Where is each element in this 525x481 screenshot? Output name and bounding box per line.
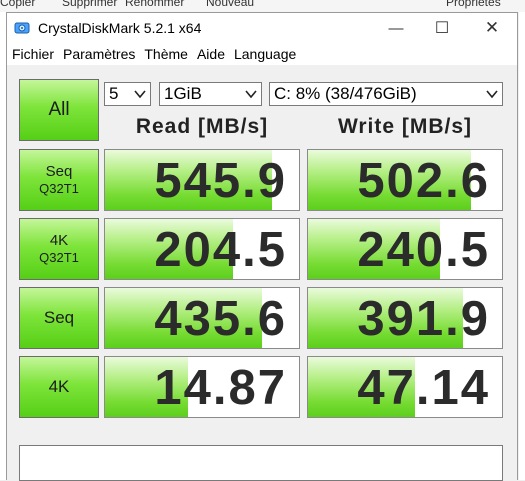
minimize-button[interactable]: — [373,13,419,43]
seq-q32t1-read-cell: 545.9 [104,149,300,211]
bg-new-label: Nouveau [206,0,255,9]
window-title: CrystalDiskMark 5.2.1 x64 [38,20,202,36]
title-bar: CrystalDiskMark 5.2.1 x64 — ☐ ✕ [7,13,517,43]
menu-file[interactable]: Fichier [7,46,58,62]
4k-write-cell: 47.14 [307,356,503,418]
menu-theme[interactable]: Thème [139,46,192,62]
app-disk-icon [14,20,30,36]
menu-language[interactable]: Language [229,46,300,62]
row-label-main: 4K [48,377,70,397]
seq-q32t1-read-value: 545.9 [154,154,287,208]
row-label-sub: Q32T1 [39,250,79,266]
background-toolbar: Copier Supprimer Renommer Nouveau Propri… [0,0,525,12]
seq-button[interactable]: Seq [19,287,99,349]
seq-q32t1-write-cell: 502.6 [307,149,503,211]
4k-write-value: 47.14 [357,361,490,415]
4k-q32t1-button[interactable]: 4K Q32T1 [19,218,99,280]
4k-read-cell: 14.87 [104,356,300,418]
crystaldiskmark-window: CrystalDiskMark 5.2.1 x64 — ☐ ✕ Fichier … [6,12,518,481]
seq-write-cell: 391.9 [307,287,503,349]
seq-q32t1-button[interactable]: Seq Q32T1 [19,149,99,211]
4k-q32t1-write-cell: 240.5 [307,218,503,280]
drive-value: C: 8% (38/476GiB) [274,84,417,103]
chevron-down-icon [486,90,498,99]
row-label-main: Seq [43,308,75,328]
run-all-button[interactable]: All [19,79,99,141]
seq-read-cell: 435.6 [104,287,300,349]
menu-settings[interactable]: Paramètres [58,46,139,62]
chevron-down-icon [245,90,257,99]
seq-read-value: 435.6 [154,292,287,346]
bg-properties-label: Propriétés [446,0,501,9]
4k-read-value: 14.87 [154,361,287,415]
row-label-sub: Q32T1 [39,181,79,197]
test-size-value: 1GiB [164,84,202,103]
menu-bar: Fichier Paramètres Thème Aide Language [7,43,517,65]
background-right-pane [519,12,525,480]
4k-q32t1-read-value: 204.5 [154,223,287,277]
row-label-main: 4K [49,231,69,249]
menu-help[interactable]: Aide [192,46,229,62]
test-size-select[interactable]: 1GiB [159,82,262,106]
drive-select[interactable]: C: 8% (38/476GiB) [269,82,503,106]
seq-q32t1-write-value: 502.6 [357,154,490,208]
comment-field[interactable] [19,445,503,481]
test-count-select[interactable]: 5 [104,82,151,106]
test-count-value: 5 [109,84,119,103]
write-column-header: Write [MB/s] [337,115,473,138]
read-column-header: Read [MB/s] [135,115,269,138]
seq-write-value: 391.9 [357,292,490,346]
maximize-button[interactable]: ☐ [419,13,465,43]
main-panel: All 5 1GiB C: 8% (38/476GiB) Read [MB/s]… [7,65,517,481]
close-button[interactable]: ✕ [469,13,515,43]
bg-copy-label: Copier [0,0,36,9]
4k-q32t1-write-value: 240.5 [357,223,490,277]
row-label-main: Seq [45,162,73,180]
4k-q32t1-read-cell: 204.5 [104,218,300,280]
chevron-down-icon [134,90,146,99]
4k-button[interactable]: 4K [19,356,99,418]
bg-delete-label: Supprimer [62,0,118,9]
bg-rename-label: Renommer [125,0,185,9]
